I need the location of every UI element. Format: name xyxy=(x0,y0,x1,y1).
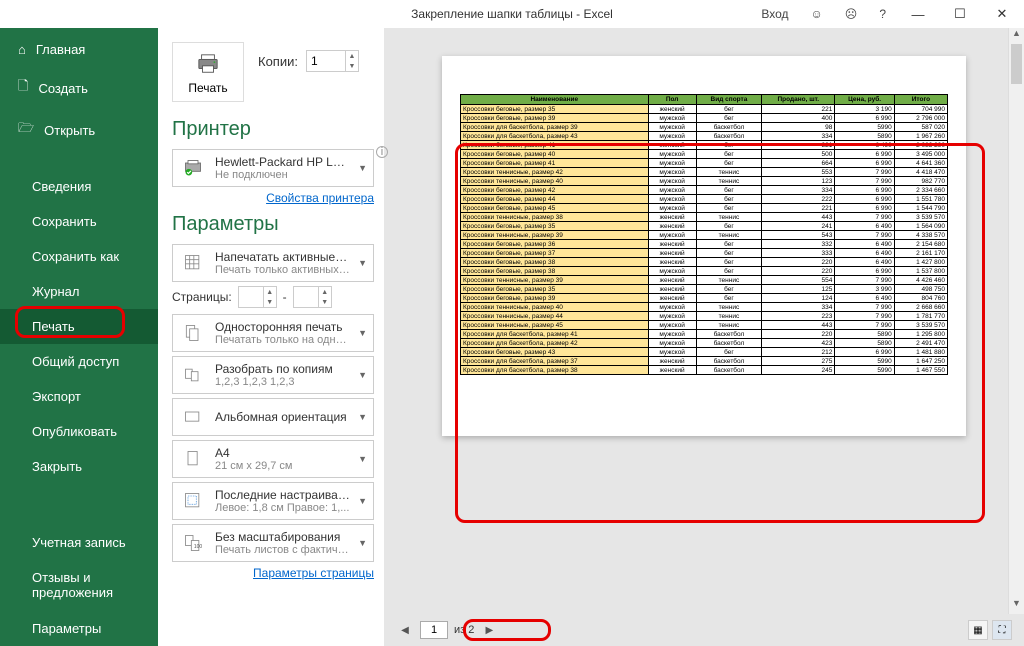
page-total: из 2 xyxy=(454,624,474,636)
face-sad-icon[interactable]: ☹ xyxy=(837,3,866,25)
face-happy-icon[interactable]: ☺ xyxy=(803,3,831,25)
printer-icon xyxy=(194,53,222,75)
orientation-select[interactable]: Альбомная ориентация ▼ xyxy=(172,398,374,436)
nav-save[interactable]: Сохранить xyxy=(0,204,158,239)
nav-info[interactable]: Сведения xyxy=(0,169,158,204)
show-margins-button[interactable]: ▦ xyxy=(968,620,988,640)
preview-table: НаименованиеПолВид спортаПродано, шт.Цен… xyxy=(460,94,948,375)
page-from-input[interactable]: ▲▼ xyxy=(238,286,277,308)
copies-control: Копии: ▲▼ xyxy=(258,50,359,72)
printer-heading: Принтер xyxy=(172,118,374,141)
duplex-select[interactable]: Односторонняя печатьПечатать только на о… xyxy=(172,314,374,352)
backstage-sidebar: ⌂Главная 🗋Создать 🗁Открыть Сведения Сохр… xyxy=(0,28,158,646)
chevron-down-icon: ▼ xyxy=(358,258,367,268)
page-to-input[interactable]: ▲▼ xyxy=(293,286,332,308)
close-button[interactable]: ✕ xyxy=(984,0,1020,28)
print-preview-area: НаименованиеПолВид спортаПродано, шт.Цен… xyxy=(384,28,1024,646)
nav-home[interactable]: ⌂Главная xyxy=(0,32,158,67)
svg-text:100: 100 xyxy=(194,544,203,550)
nav-close[interactable]: Закрыть xyxy=(0,449,158,484)
printer-properties-link[interactable]: Свойства принтера xyxy=(172,191,374,205)
spin-up[interactable]: ▲ xyxy=(346,51,358,61)
print-button[interactable]: Печать xyxy=(172,42,244,102)
chevron-down-icon: ▼ xyxy=(358,538,367,548)
chevron-down-icon: ▼ xyxy=(358,412,367,422)
printer-select[interactable]: Hewlett-Packard HP LaserJe...Не подключе… xyxy=(172,149,374,187)
preview-page: НаименованиеПолВид спортаПродано, шт.Цен… xyxy=(442,56,966,436)
pager: ◀ из 2 ▶ ▦ ⛶ xyxy=(384,614,1024,646)
help-icon[interactable]: ? xyxy=(871,3,894,25)
page-setup-link[interactable]: Параметры страницы xyxy=(172,566,374,580)
home-icon: ⌂ xyxy=(18,42,26,57)
open-icon: 🗁 xyxy=(18,119,34,141)
nav-open[interactable]: 🗁Открыть xyxy=(0,109,158,151)
nav-feedback[interactable]: Отзывы ипредложения xyxy=(0,560,158,611)
collate-select[interactable]: Разобрать по копиям1,2,3 1,2,3 1,2,3 ▼ xyxy=(172,356,374,394)
next-page-button[interactable]: ▶ xyxy=(480,621,498,639)
collate-icon xyxy=(179,361,207,389)
scale-select[interactable]: 100 Без масштабированияПечать листов с ф… xyxy=(172,524,374,562)
window-title: Закрепление шапки таблицы - Excel xyxy=(411,7,613,21)
nav-share[interactable]: Общий доступ xyxy=(0,344,158,379)
spin-down[interactable]: ▼ xyxy=(346,61,358,71)
nav-options[interactable]: Параметры xyxy=(0,611,158,646)
margins-icon xyxy=(179,487,207,515)
nav-new[interactable]: 🗋Создать xyxy=(0,67,158,109)
landscape-icon xyxy=(179,403,207,431)
margins-select[interactable]: Последние настраиваемы...Левое: 1,8 см П… xyxy=(172,482,374,520)
sheets-icon xyxy=(179,249,207,277)
new-icon: 🗋 xyxy=(18,77,28,99)
nav-print[interactable]: Печать xyxy=(0,309,158,344)
nav-export[interactable]: Экспорт xyxy=(0,379,158,414)
login-link[interactable]: Вход xyxy=(753,3,796,25)
nav-saveas[interactable]: Сохранить как xyxy=(0,239,158,274)
paper-icon xyxy=(179,445,207,473)
copies-input[interactable]: ▲▼ xyxy=(306,50,359,72)
chevron-down-icon: ▼ xyxy=(358,496,367,506)
page-number-input[interactable] xyxy=(420,621,448,639)
pages-range: Страницы: ▲▼ - ▲▼ xyxy=(172,286,374,308)
paper-select[interactable]: A421 см x 29,7 см ▼ xyxy=(172,440,374,478)
maximize-button[interactable]: ☐ xyxy=(942,0,978,28)
scale-icon: 100 xyxy=(179,529,207,557)
print-what-select[interactable]: Напечатать активные листыПечать только а… xyxy=(172,244,374,282)
chevron-down-icon: ▼ xyxy=(358,370,367,380)
prev-page-button[interactable]: ◀ xyxy=(396,621,414,639)
nav-history[interactable]: Журнал xyxy=(0,274,158,309)
chevron-down-icon: ▼ xyxy=(358,328,367,338)
chevron-down-icon: ▼ xyxy=(358,454,367,464)
nav-publish[interactable]: Опубликовать xyxy=(0,414,158,449)
titlebar: Закрепление шапки таблицы - Excel Вход ☺… xyxy=(0,0,1024,28)
info-icon[interactable]: i xyxy=(376,146,388,158)
chevron-down-icon: ▼ xyxy=(358,163,367,173)
params-heading: Параметры xyxy=(172,213,374,236)
zoom-to-page-button[interactable]: ⛶ xyxy=(992,620,1012,640)
minimize-button[interactable]: — xyxy=(900,0,936,28)
one-side-icon xyxy=(179,319,207,347)
nav-account[interactable]: Учетная запись xyxy=(0,525,158,560)
preview-scrollbar[interactable]: ▲ ▼ xyxy=(1008,28,1024,614)
print-settings-panel: Печать Принтер Hewlett-Packard HP LaserJ… xyxy=(158,28,384,646)
printer-status-icon xyxy=(179,154,207,182)
